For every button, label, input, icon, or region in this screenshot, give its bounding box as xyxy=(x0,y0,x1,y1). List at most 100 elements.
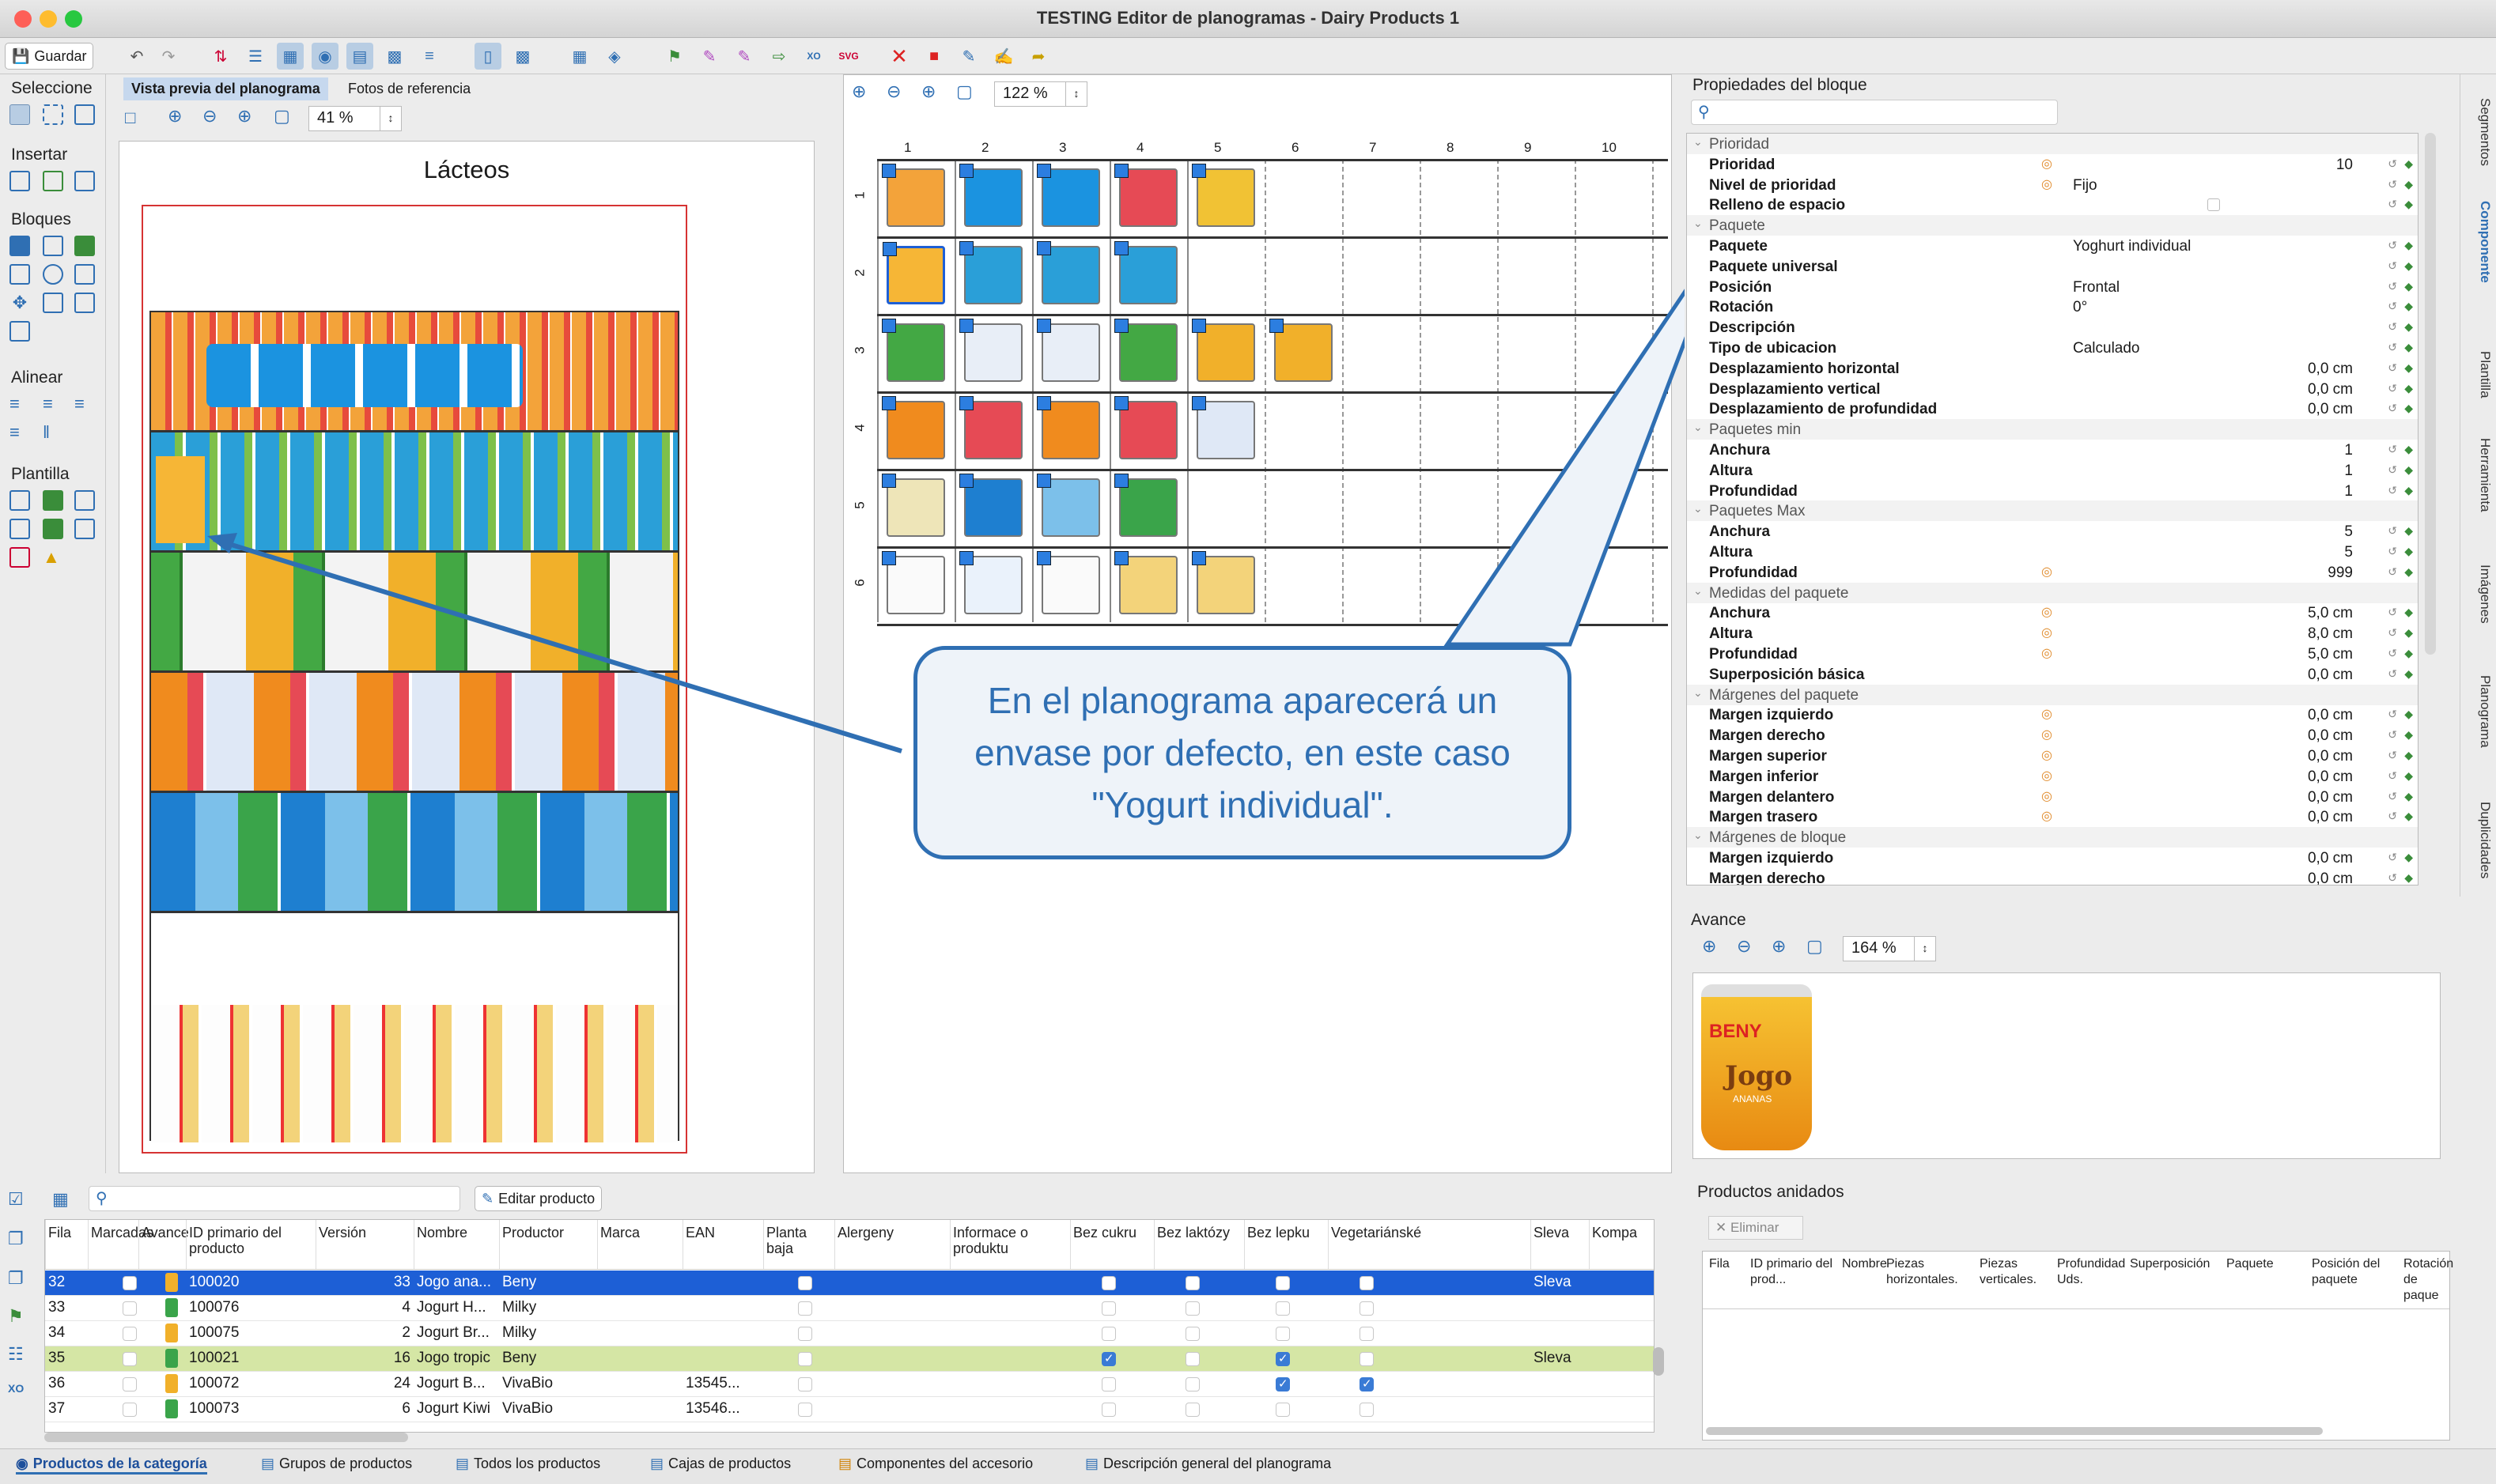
pin-icon[interactable]: ◆ xyxy=(2404,647,2413,660)
avance-zoom-field[interactable]: 164 % xyxy=(1843,936,1922,961)
pin-icon[interactable]: ◆ xyxy=(2404,667,2413,681)
properties-scrollbar[interactable] xyxy=(2425,133,2436,655)
tab-planograma[interactable]: Planograma xyxy=(2477,675,2493,748)
inherit-icon[interactable]: ◎ xyxy=(2041,706,2052,722)
property-row[interactable]: Paquete universal ◆ ↺ xyxy=(1687,256,2418,277)
pin-icon[interactable]: ◆ xyxy=(2404,259,2413,273)
chevron-down-icon[interactable]: ⌄ xyxy=(1693,135,1703,149)
table-column-header[interactable]: Kompa xyxy=(1592,1225,1652,1240)
stop-icon[interactable]: ■ xyxy=(921,43,947,70)
property-category[interactable]: ⌄ Paquetes Max xyxy=(1687,500,2418,522)
columns-config-icon[interactable]: ▦ xyxy=(52,1189,69,1210)
ground-floor-checkbox[interactable] xyxy=(798,1403,812,1417)
ground-floor-checkbox[interactable] xyxy=(798,1327,812,1341)
table-column-header[interactable]: Bez laktózy xyxy=(1157,1225,1244,1240)
share-icon[interactable]: ➦ xyxy=(1025,43,1052,70)
inherit-icon[interactable]: ◎ xyxy=(2041,176,2052,192)
template-4-icon[interactable] xyxy=(9,519,30,539)
reset-icon[interactable]: ↺ xyxy=(2388,198,2397,211)
table-column-header[interactable]: Nombre xyxy=(417,1225,499,1240)
reset-icon[interactable]: ↺ xyxy=(2388,606,2397,619)
property-number[interactable]: 1 xyxy=(2344,483,2353,500)
block-grid-icon[interactable] xyxy=(9,236,30,256)
attribute-checkbox[interactable] xyxy=(1186,1276,1200,1290)
property-row[interactable]: Profundidad 1 ◆ ↺ xyxy=(1687,481,2418,501)
property-row[interactable]: Tipo de ubicacion Calculado ◆ ↺ xyxy=(1687,338,2418,358)
attribute-checkbox[interactable] xyxy=(1360,1276,1374,1290)
pin-icon[interactable]: ◆ xyxy=(2404,402,2413,415)
avance-zoom-out-icon[interactable]: ⊖ xyxy=(1737,936,1751,957)
align-left-icon[interactable]: ≡ xyxy=(9,394,30,414)
property-row[interactable]: Margen delantero 0,0 cm ◆ ↺ ◎ xyxy=(1687,787,2418,807)
export-icon[interactable]: ⇨ xyxy=(766,43,792,70)
block-nest-icon[interactable] xyxy=(9,321,30,342)
attribute-checkbox[interactable] xyxy=(1102,1377,1116,1391)
pin-icon[interactable]: ◆ xyxy=(2404,443,2413,456)
inherit-icon[interactable]: ◎ xyxy=(2041,768,2052,784)
property-row[interactable]: Margen derecho 0,0 cm ◆ ↺ ◎ xyxy=(1687,725,2418,746)
property-number[interactable]: 5 xyxy=(2344,523,2353,541)
tab-planogram-overview[interactable]: ▤ Descripción general del planograma xyxy=(1085,1456,1331,1472)
table-column-header[interactable]: Planta baja xyxy=(766,1225,834,1256)
layout-icon[interactable]: ▩ xyxy=(381,43,408,70)
block-group-icon[interactable] xyxy=(74,293,95,313)
property-number[interactable]: 0,0 cm xyxy=(2308,361,2353,378)
tab-category-products[interactable]: ◉ Productos de la categoría xyxy=(16,1456,207,1475)
property-row[interactable]: Profundidad 5,0 cm ◆ ↺ ◎ xyxy=(1687,644,2418,664)
delete-nested-button[interactable]: ✕ Eliminar xyxy=(1708,1216,1803,1240)
insert-text-icon[interactable] xyxy=(74,171,95,191)
attribute-checkbox[interactable] xyxy=(1102,1276,1116,1290)
table-column-header[interactable]: Bez lepku xyxy=(1247,1225,1328,1240)
property-value[interactable]: Yoghurt individual xyxy=(2073,238,2191,255)
ground-floor-checkbox[interactable] xyxy=(798,1352,812,1366)
reset-icon[interactable]: ↺ xyxy=(2388,647,2397,660)
pin-icon[interactable]: ◆ xyxy=(2404,524,2413,538)
nested-column-header[interactable]: Profundidad Uds. xyxy=(2057,1256,2127,1288)
pin-icon[interactable]: ◆ xyxy=(2404,626,2413,640)
property-value[interactable]: Calculado xyxy=(2073,340,2140,357)
property-row[interactable]: Margen superior 0,0 cm ◆ ↺ ◎ xyxy=(1687,746,2418,766)
distribute-icon[interactable]: ‖ xyxy=(43,422,63,443)
planogram-canvas[interactable]: ⊕ ⊖ ⊕ ▢ 122 % ↕ 1 2 3 4 5 6 7 8 9 10 123456 En el… xyxy=(843,74,1673,1173)
property-number[interactable]: 0,0 cm xyxy=(2308,870,2353,885)
ruler-icon[interactable]: ▤ xyxy=(346,43,373,70)
tab-planogram-preview[interactable]: Vista previa del planograma xyxy=(123,77,328,100)
reset-icon[interactable]: ↺ xyxy=(2388,708,2397,721)
map-icon[interactable]: ◈ xyxy=(601,43,628,70)
nested-column-header[interactable]: Rotación de paque xyxy=(2403,1256,2453,1304)
xml-icon[interactable]: XO xyxy=(800,43,827,70)
property-checkbox[interactable] xyxy=(2207,198,2220,212)
property-row[interactable]: Paquete Yoghurt individual ◆ ↺ xyxy=(1687,236,2418,256)
reset-icon[interactable]: ↺ xyxy=(2388,382,2397,395)
attribute-checkbox[interactable] xyxy=(1360,1403,1374,1417)
table-column-header[interactable]: Vegetariánské xyxy=(1331,1225,1530,1240)
inherit-icon[interactable]: ◎ xyxy=(2041,788,2052,804)
nested-products-table[interactable]: Fila ID primario del prod... Nombre Piezas … xyxy=(1702,1251,2453,1441)
nested-column-header[interactable]: Fila xyxy=(1709,1256,1747,1272)
inherit-icon[interactable]: ◎ xyxy=(2041,564,2052,580)
ground-floor-checkbox[interactable] xyxy=(798,1276,812,1290)
pin-icon[interactable]: ◆ xyxy=(2404,382,2413,395)
block-resize-icon[interactable] xyxy=(74,264,95,285)
property-row[interactable]: Margen izquierdo 0,0 cm ◆ ↺ xyxy=(1687,848,2418,868)
warning-icon[interactable]: ▲ xyxy=(43,547,63,568)
pin-icon[interactable]: ◆ xyxy=(2404,565,2413,579)
property-row[interactable]: Posición Frontal ◆ ↺ xyxy=(1687,277,2418,297)
delete-icon[interactable]: ✕ xyxy=(886,43,913,70)
reset-icon[interactable]: ↺ xyxy=(2388,320,2397,334)
chevron-down-icon[interactable]: ⌄ xyxy=(1693,686,1703,700)
pin-icon[interactable]: ◆ xyxy=(2404,463,2413,477)
property-row[interactable]: Descripción ◆ ↺ xyxy=(1687,317,2418,338)
nested-column-header[interactable]: Piezas verticales. xyxy=(1980,1256,2054,1288)
table-column-header[interactable]: Marcadas xyxy=(91,1225,153,1240)
table-column-header[interactable]: Alergeny xyxy=(838,1225,950,1240)
align-right-icon[interactable]: ≡ xyxy=(74,394,95,414)
attribute-checkbox[interactable] xyxy=(1276,1376,1290,1391)
avance-zoom-in-icon[interactable]: ⊕ xyxy=(1702,936,1716,957)
table-column-header[interactable]: Marca xyxy=(600,1225,683,1240)
chart-icon[interactable]: ▩ xyxy=(509,43,536,70)
zoom-fit-icon[interactable]: ▢ xyxy=(274,106,290,126)
table-column-header[interactable]: Bez cukru xyxy=(1073,1225,1154,1240)
property-category[interactable]: ⌄ Paquetes min xyxy=(1687,419,2418,440)
price-icon[interactable]: ✎ xyxy=(731,43,758,70)
